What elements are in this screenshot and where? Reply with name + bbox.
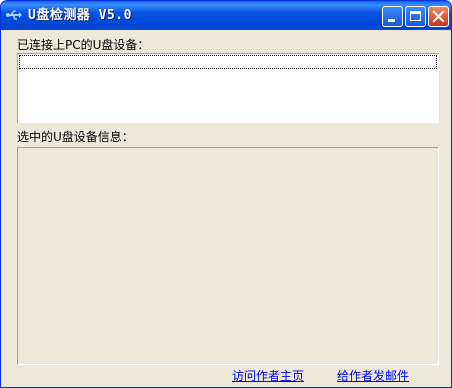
minimize-icon (388, 19, 395, 22)
homepage-link[interactable]: 访问作者主页 (232, 369, 304, 383)
close-button[interactable] (428, 6, 449, 27)
app-window: U盘检测器 V5.0 已连接上PC的U盘设备： 选中的U盘设备信息： 访问作者主… (0, 0, 452, 388)
minimize-button[interactable] (382, 6, 403, 27)
devices-label: 已连接上PC的U盘设备： (17, 38, 150, 52)
title-bar[interactable]: U盘检测器 V5.0 (1, 1, 451, 30)
list-item-focus[interactable] (19, 55, 437, 69)
usb-icon (6, 7, 22, 23)
window-title: U盘检测器 V5.0 (28, 8, 132, 23)
device-info-panel[interactable] (17, 147, 439, 365)
device-list[interactable] (17, 53, 439, 123)
info-label: 选中的U盘设备信息： (17, 130, 134, 144)
maximize-icon (410, 11, 421, 21)
maximize-button[interactable] (405, 6, 426, 27)
close-icon (432, 10, 445, 23)
email-link[interactable]: 给作者发邮件 (337, 369, 409, 383)
